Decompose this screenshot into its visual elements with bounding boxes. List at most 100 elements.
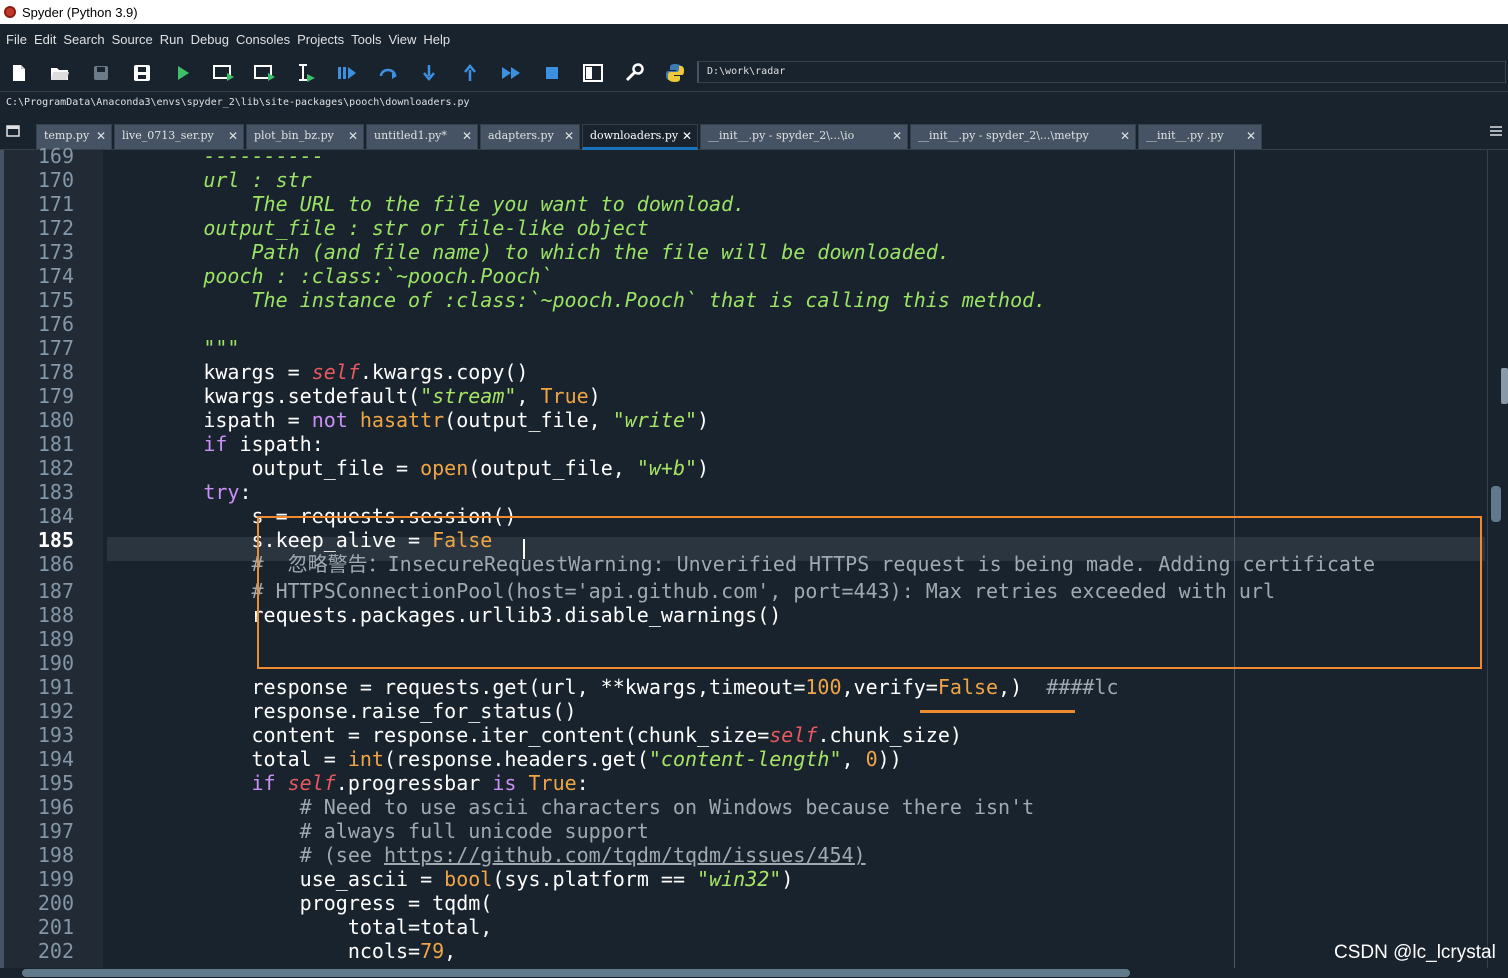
menu-file[interactable]: File [6,32,27,47]
code-token: open [420,456,469,480]
menu-view[interactable]: View [388,32,416,47]
debug-icon[interactable] [336,62,358,84]
code-line: ncols=79, [107,939,456,963]
code-token: "win32" [697,867,782,891]
code-token: int [347,747,384,771]
menu-debug[interactable]: Debug [191,32,229,47]
menu-search[interactable]: Search [63,32,104,47]
code-token: .chunk_size) [817,723,962,747]
step-icon[interactable] [377,62,399,84]
code-token: "stream" [420,384,517,408]
python-path-icon[interactable] [664,62,686,84]
code-token: response = requests.get(url, **kwargs,ti… [107,675,806,699]
preferences-icon[interactable] [623,62,645,84]
code-line: """ [107,336,239,360]
annotation-underline [920,710,1075,713]
run-cell-advance-icon[interactable] [254,62,276,84]
code-token: : [239,480,252,504]
code-token: use_ascii = [107,867,445,891]
save-all-icon[interactable] [131,62,153,84]
line-number: 169 [37,144,74,168]
menu-edit[interactable]: Edit [34,32,56,47]
vertical-scrollbar[interactable] [1487,150,1508,968]
close-tab-icon[interactable]: ✕ [564,125,574,147]
line-number: 193 [37,723,74,747]
editor-tab[interactable]: downloaders.py ✕ [582,124,698,150]
menu-bar: File Edit Search Source Run Debug Consol… [0,24,1508,54]
horizontal-scrollbar[interactable] [0,968,1508,978]
close-tab-icon[interactable]: ✕ [228,125,238,147]
tab-label: adapters.py [488,129,554,142]
code-line: try: [107,480,252,504]
options-menu-icon[interactable] [1490,124,1508,140]
file-path-bar: C:\ProgramData\Anaconda3\envs\spyder_2\l… [0,92,1508,114]
close-tab-icon[interactable]: ✕ [1246,125,1256,147]
stop-icon[interactable] [541,62,563,84]
code-token: (output_file, [444,408,613,432]
browse-tabs-icon[interactable] [6,124,24,140]
continue-icon[interactable] [500,62,522,84]
editor-tab[interactable]: plot_bin_bz.py ✕ [246,124,364,150]
close-tab-icon[interactable]: ✕ [96,125,106,147]
menu-source[interactable]: Source [112,32,153,47]
open-file-icon[interactable] [49,62,71,84]
run-selection-icon[interactable] [295,62,317,84]
code-token: bool [444,867,493,891]
save-icon[interactable] [90,62,112,84]
working-directory-field[interactable]: D:\work\radar [697,61,1506,83]
code-token: ) [588,384,601,408]
menu-help[interactable]: Help [423,32,450,47]
line-number: 172 [37,216,74,240]
run-icon[interactable] [172,62,194,84]
run-cell-icon[interactable] [213,62,235,84]
close-tab-icon[interactable]: ✕ [892,125,902,147]
line-number: 191 [37,675,74,699]
line-number: 183 [37,480,74,504]
code-token: "w+b" [636,456,698,480]
line-number: 197 [37,819,74,843]
editor-tab[interactable]: __init__.py .py ✕ [1138,124,1262,150]
watermark: CSDN @lc_lcrystal [1334,942,1496,963]
line-number-gutter: 169 170 171 172 173 174 175 176 177 178 179 180 181 1… [0,144,103,978]
editor-tab[interactable]: live_0713_ser.py ✕ [114,124,244,150]
menu-tools[interactable]: Tools [351,32,381,47]
text-cursor [523,539,525,559]
editor-tab[interactable]: adapters.py ✕ [480,124,580,150]
menu-consoles[interactable]: Consoles [236,32,290,47]
code-token: is [492,771,517,795]
line-number: 176 [37,312,74,336]
line-number: 192 [37,699,74,723]
tab-label: __init__.py .py [1146,129,1224,142]
close-tab-icon[interactable]: ✕ [682,125,692,147]
editor-tab[interactable]: __init__.py - spyder_2\...\io ✕ [700,124,908,150]
code-token: ) [697,408,710,432]
new-file-icon[interactable] [8,62,30,84]
editor-tab[interactable]: untitled1.py* ✕ [366,124,478,150]
code-token: (response.headers.get( [383,747,649,771]
code-token: .kwargs.copy() [359,360,529,384]
code-line: response.raise_for_status() [107,699,576,723]
menu-run[interactable]: Run [160,32,184,47]
menu-projects[interactable]: Projects [297,32,344,47]
line-number: 184 [37,504,74,528]
code-token: , [444,939,457,963]
close-tab-icon[interactable]: ✕ [348,125,358,147]
code-line: pooch : :class:`~pooch.Pooch` [107,264,552,288]
close-tab-icon[interactable]: ✕ [1120,125,1130,147]
code-token: ispath: [227,432,324,456]
code-token: .progressbar [335,771,493,795]
step-into-icon[interactable] [418,62,440,84]
close-tab-icon[interactable]: ✕ [462,125,472,147]
code-token: hasattr [359,408,445,432]
horizontal-scrollbar-handle[interactable] [22,969,1130,977]
step-return-icon[interactable] [459,62,481,84]
code-token: content = response.iter_content(chunk_si… [107,723,770,747]
vertical-scrollbar-handle[interactable] [1491,486,1501,522]
code-line: total=total, [107,915,493,939]
code-line: # (see https://github.com/tqdm/tqdm/issu… [107,843,866,867]
tab-label: __init__.py - spyder_2\...\metpy [918,129,1089,142]
tab-label: plot_bin_bz.py [254,129,334,142]
maximize-pane-icon[interactable] [582,62,604,84]
code-token: True [528,771,577,795]
editor-tab[interactable]: __init__.py - spyder_2\...\metpy ✕ [910,124,1136,150]
